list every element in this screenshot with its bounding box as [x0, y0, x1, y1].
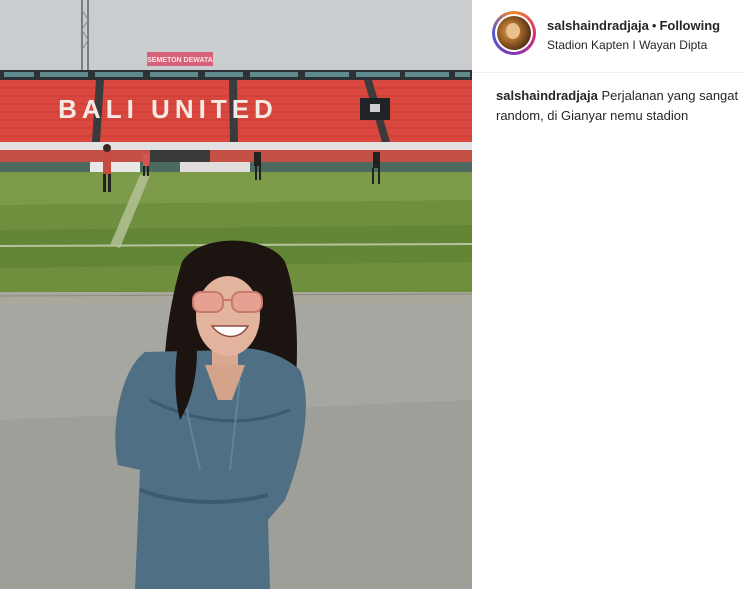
stadium-banner-text: SEMETON DEWATA — [147, 57, 213, 64]
stadium-photo: SEMETON DEWATA BALI UNITED — [0, 0, 472, 589]
stadium-sign-text: BALI UNITED — [58, 94, 278, 124]
username-row: salshaindradjaja • Following — [547, 18, 720, 33]
caption-username[interactable]: salshaindradjaja — [496, 88, 598, 103]
post-sidebar: salshaindradjaja • Following Stadion Kapte… — [472, 0, 745, 589]
post-header: salshaindradjaja • Following Stadion Kapte… — [472, 0, 745, 73]
username-link[interactable]: salshaindradjaja — [547, 18, 649, 33]
following-button[interactable]: Following — [659, 18, 720, 33]
avatar-photo — [497, 16, 531, 50]
avatar-ring — [495, 14, 533, 52]
avatar[interactable] — [492, 11, 536, 55]
separator-dot: • — [651, 18, 657, 33]
location-link[interactable]: Stadion Kapten I Wayan Dipta — [547, 38, 707, 52]
post-image[interactable]: SEMETON DEWATA BALI UNITED — [0, 0, 472, 589]
post-caption: salshaindradjaja Perjalanan yang sangat … — [496, 86, 741, 126]
